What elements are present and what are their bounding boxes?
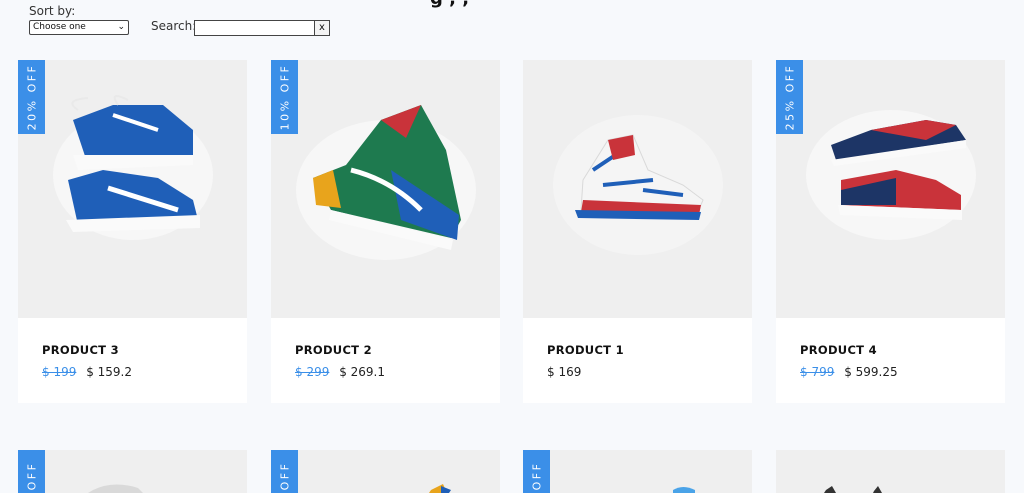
sneaker-image-icon xyxy=(806,110,976,240)
sale-price: $ 599.25 xyxy=(844,365,898,379)
product-info: PRODUCT 2 $ 299 $ 269.1 xyxy=(271,318,500,403)
product-name[interactable]: PRODUCT 4 xyxy=(800,343,877,357)
product-image[interactable]: OFF xyxy=(271,450,500,493)
product-card[interactable]: OFF xyxy=(523,450,752,493)
product-image[interactable]: 25% OFF xyxy=(776,60,1005,318)
original-price: $ 299 xyxy=(295,365,330,379)
discount-badge: OFF xyxy=(18,450,45,493)
sneaker-image-icon xyxy=(824,486,882,493)
product-card[interactable]: 10% OFF PRODUCT 2 $ 299 $ 269.1 xyxy=(271,60,500,403)
product-card[interactable]: OFF xyxy=(271,450,500,493)
sneaker-image-icon xyxy=(673,487,695,493)
product-image[interactable]: 10% OFF xyxy=(271,60,500,318)
price-row: $ 199 $ 159.2 xyxy=(42,365,132,379)
chevron-down-icon: ⌄ xyxy=(117,22,125,32)
product-card[interactable]: 25% OFF PRODUCT 4 $ 799 $ 599.25 xyxy=(776,60,1005,403)
product-image[interactable] xyxy=(523,60,752,318)
discount-badge: 10% OFF xyxy=(271,60,298,134)
search-label: Search: xyxy=(151,19,197,33)
sort-select[interactable]: Choose one ⌄ xyxy=(29,20,129,35)
price-row: $ 169 xyxy=(547,365,581,379)
search-input[interactable] xyxy=(194,20,315,36)
price-row: $ 299 $ 269.1 xyxy=(295,365,385,379)
original-price: $ 799 xyxy=(800,365,835,379)
product-image[interactable]: OFF xyxy=(18,450,247,493)
product-image[interactable]: 20% OFF xyxy=(18,60,247,318)
discount-badge: OFF xyxy=(271,450,298,493)
sneaker-image-icon xyxy=(553,115,723,255)
product-card[interactable]: OFF xyxy=(18,450,247,493)
sort-label: Sort by: xyxy=(29,4,76,18)
sale-price: $ 269.1 xyxy=(339,365,385,379)
product-image[interactable] xyxy=(776,450,1005,493)
discount-badge: OFF xyxy=(523,450,550,493)
discount-badge: 20% OFF xyxy=(18,60,45,134)
product-card[interactable]: PRODUCT 1 $ 169 xyxy=(523,60,752,403)
sneaker-image-icon xyxy=(88,484,143,493)
sneaker-image-icon xyxy=(429,484,451,493)
product-info: PRODUCT 1 $ 169 xyxy=(523,318,752,403)
product-card[interactable] xyxy=(776,450,1005,493)
original-price: $ 199 xyxy=(42,365,77,379)
product-name[interactable]: PRODUCT 3 xyxy=(42,343,119,357)
discount-badge: 25% OFF xyxy=(776,60,803,134)
sneaker-image-icon xyxy=(296,105,476,260)
controls-bar: Sort by: Choose one ⌄ Search: x xyxy=(29,4,429,38)
product-name[interactable]: PRODUCT 2 xyxy=(295,343,372,357)
sale-price: $ 169 xyxy=(547,365,582,379)
search-clear-button[interactable]: x xyxy=(314,20,330,36)
price-row: $ 799 $ 599.25 xyxy=(800,365,898,379)
product-name[interactable]: PRODUCT 1 xyxy=(547,343,624,357)
sort-select-value: Choose one xyxy=(33,22,86,32)
product-image[interactable]: OFF xyxy=(523,450,752,493)
product-card[interactable]: 20% OFF PRODUCT 3 $ 199 $ 159.2 xyxy=(18,60,247,403)
product-info: PRODUCT 3 $ 199 $ 159.2 xyxy=(18,318,247,403)
sneaker-image-icon xyxy=(53,95,213,240)
product-info: PRODUCT 4 $ 799 $ 599.25 xyxy=(776,318,1005,403)
page-heading-partial: g , , xyxy=(430,0,469,9)
sale-price: $ 159.2 xyxy=(86,365,132,379)
